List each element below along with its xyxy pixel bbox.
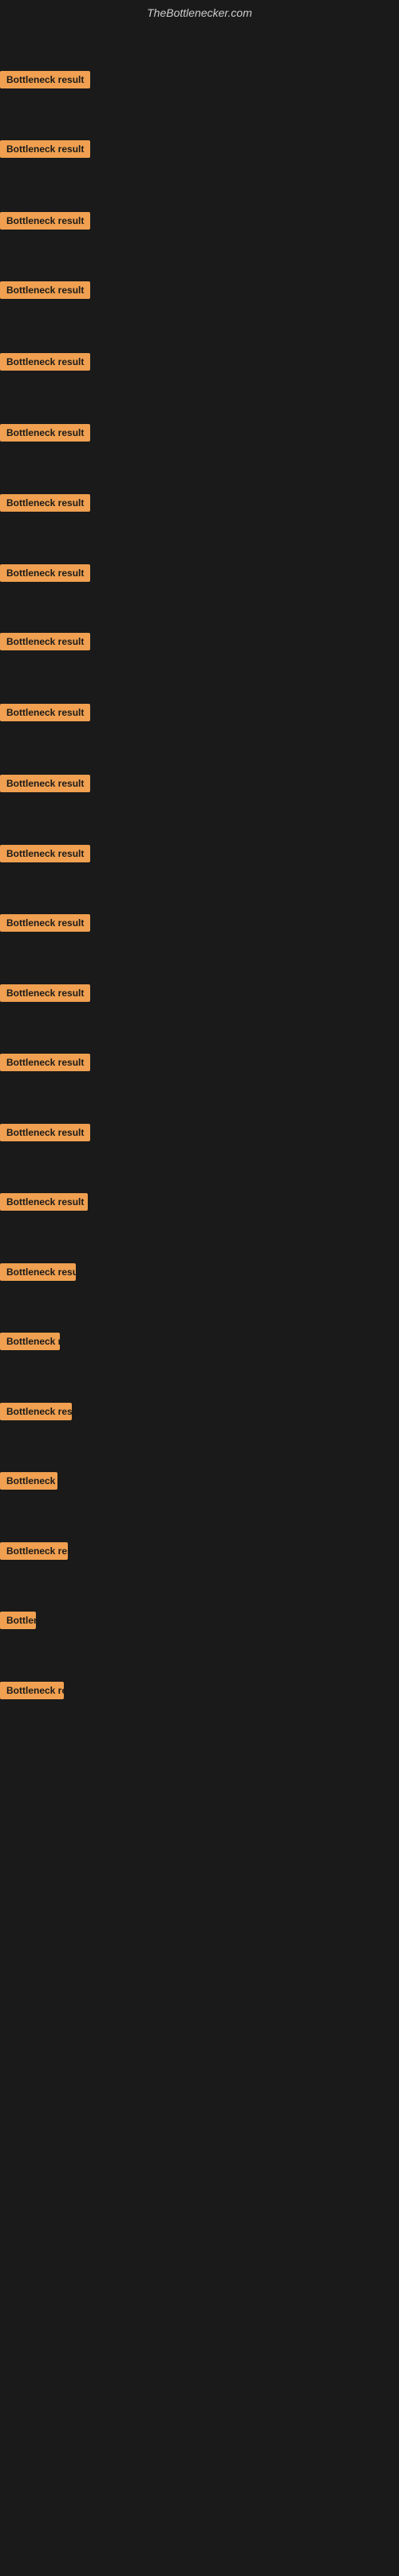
bottleneck-result-badge: Bottleneck result (0, 1193, 88, 1211)
bottleneck-result-badge: Bottleneck result (0, 71, 90, 88)
bottleneck-result-badge: Bottleneck result (0, 1682, 64, 1699)
bottleneck-result-badge: Bottleneck result (0, 1333, 60, 1350)
bottleneck-result-badge: Bottleneck result (0, 1124, 90, 1141)
bottleneck-result-badge: Bottleneck result (0, 984, 90, 1002)
bottleneck-result-badge: Bottleneck result (0, 1472, 57, 1490)
bottleneck-result-badge: Bottleneck result (0, 1054, 90, 1071)
bottleneck-result-badge: Bottleneck result (0, 424, 90, 442)
bottleneck-result-badge: Bottleneck result (0, 1542, 68, 1560)
site-title: TheBottlenecker.com (0, 0, 399, 26)
bottleneck-result-badge: Bottleneck result (0, 212, 90, 230)
bottleneck-result-badge: Bottleneck result (0, 494, 90, 512)
bottleneck-result-badge: Bottleneck result (0, 775, 90, 792)
bottleneck-result-badge: Bottleneck result (0, 1403, 72, 1420)
bottleneck-result-badge: Bottleneck result (0, 281, 90, 299)
bottleneck-result-badge: Bottleneck result (0, 845, 90, 862)
bottleneck-result-badge: Bottleneck result (0, 633, 90, 650)
bottleneck-result-badge: Bottleneck result (0, 914, 90, 932)
bottleneck-result-badge: Bottleneck result (0, 140, 90, 158)
bottleneck-result-badge: Bottleneck result (0, 704, 90, 721)
bottleneck-result-badge: Bottleneck result (0, 564, 90, 582)
bottleneck-result-badge: Bottleneck result (0, 353, 90, 371)
bottleneck-result-badge: Bottleneck result (0, 1263, 76, 1281)
bottleneck-result-badge: Bottleneck result (0, 1612, 36, 1629)
